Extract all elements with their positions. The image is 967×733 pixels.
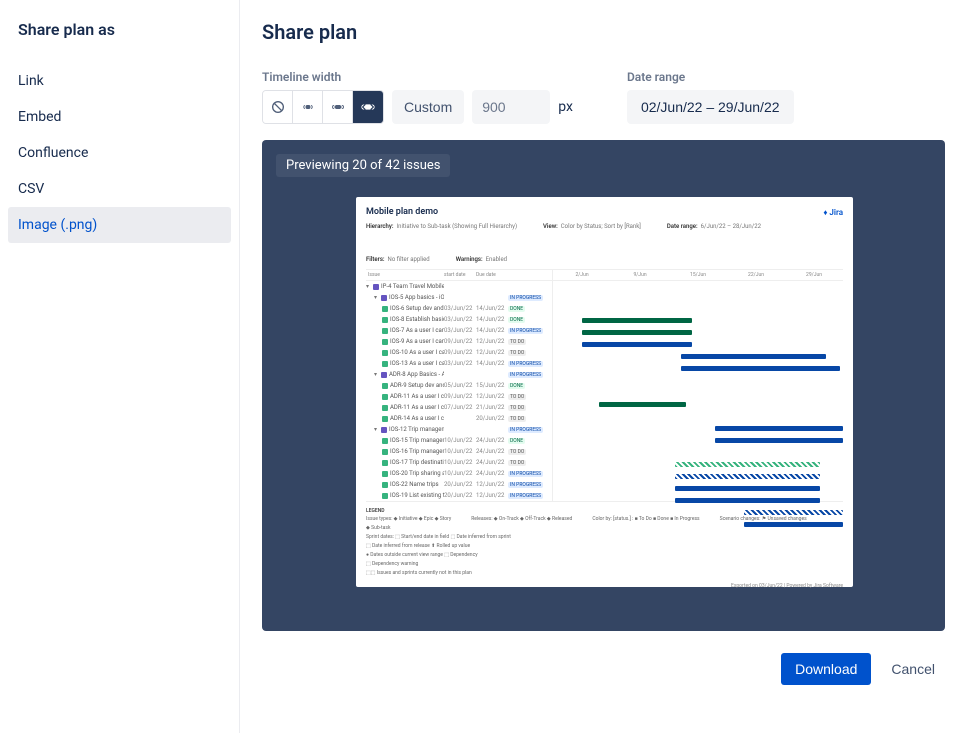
sidebar-item-image[interactable]: Image (.png) [8, 207, 231, 243]
width-medium-button[interactable] [323, 91, 353, 123]
timeline-width-group: Timeline width Custom [262, 70, 573, 124]
sidebar-item-confluence[interactable]: Confluence [8, 135, 231, 171]
preview-footer: Exported on 03/Jun/22 | Powered by Jira … [366, 583, 843, 589]
preview-container: Previewing 20 of 42 issues Mobile plan d… [262, 140, 945, 631]
date-range-group: Date range 02/Jun/22 – 29/Jun/22 [627, 70, 794, 124]
width-large-icon [360, 99, 376, 115]
date-range-button[interactable]: 02/Jun/22 – 29/Jun/22 [627, 90, 794, 124]
width-preset-group [262, 90, 384, 124]
dialog-footer: Download Cancel [262, 631, 945, 685]
width-large-button[interactable] [353, 91, 383, 123]
sidebar-item-embed[interactable]: Embed [8, 99, 231, 135]
width-small-icon [300, 99, 316, 115]
width-small-button[interactable] [293, 91, 323, 123]
timeline-width-label: Timeline width [262, 70, 573, 84]
preview-count-badge: Previewing 20 of 42 issues [276, 154, 450, 177]
sidebar: Share plan as Link Embed Confluence CSV … [0, 0, 240, 733]
main-panel: Share plan Timeline width [240, 0, 967, 733]
preview-gantt: Issue start date Due date ▾IP-4 Team Tra… [366, 269, 843, 502]
jira-logo: ♦ Jira [823, 208, 843, 217]
width-unit-label: px [558, 99, 573, 115]
custom-width-button[interactable]: Custom [392, 90, 464, 124]
download-button[interactable]: Download [781, 653, 871, 685]
date-range-label: Date range [627, 70, 794, 84]
sidebar-item-link[interactable]: Link [8, 63, 231, 99]
width-none-button[interactable] [263, 91, 293, 123]
width-medium-icon [330, 99, 346, 115]
sidebar-title: Share plan as [18, 20, 221, 39]
controls-row: Timeline width Custom [262, 70, 945, 124]
width-input[interactable] [472, 90, 550, 124]
cancel-icon [270, 99, 286, 115]
cancel-button[interactable]: Cancel [881, 653, 945, 685]
preview-image: Mobile plan demo ♦ Jira Hierarchy:Initia… [356, 197, 853, 587]
preview-meta: Hierarchy:Initiative to Sub-task (Showin… [366, 223, 843, 263]
sidebar-item-csv[interactable]: CSV [8, 171, 231, 207]
preview-plan-title: Mobile plan demo [366, 207, 438, 217]
page-title: Share plan [262, 20, 945, 44]
